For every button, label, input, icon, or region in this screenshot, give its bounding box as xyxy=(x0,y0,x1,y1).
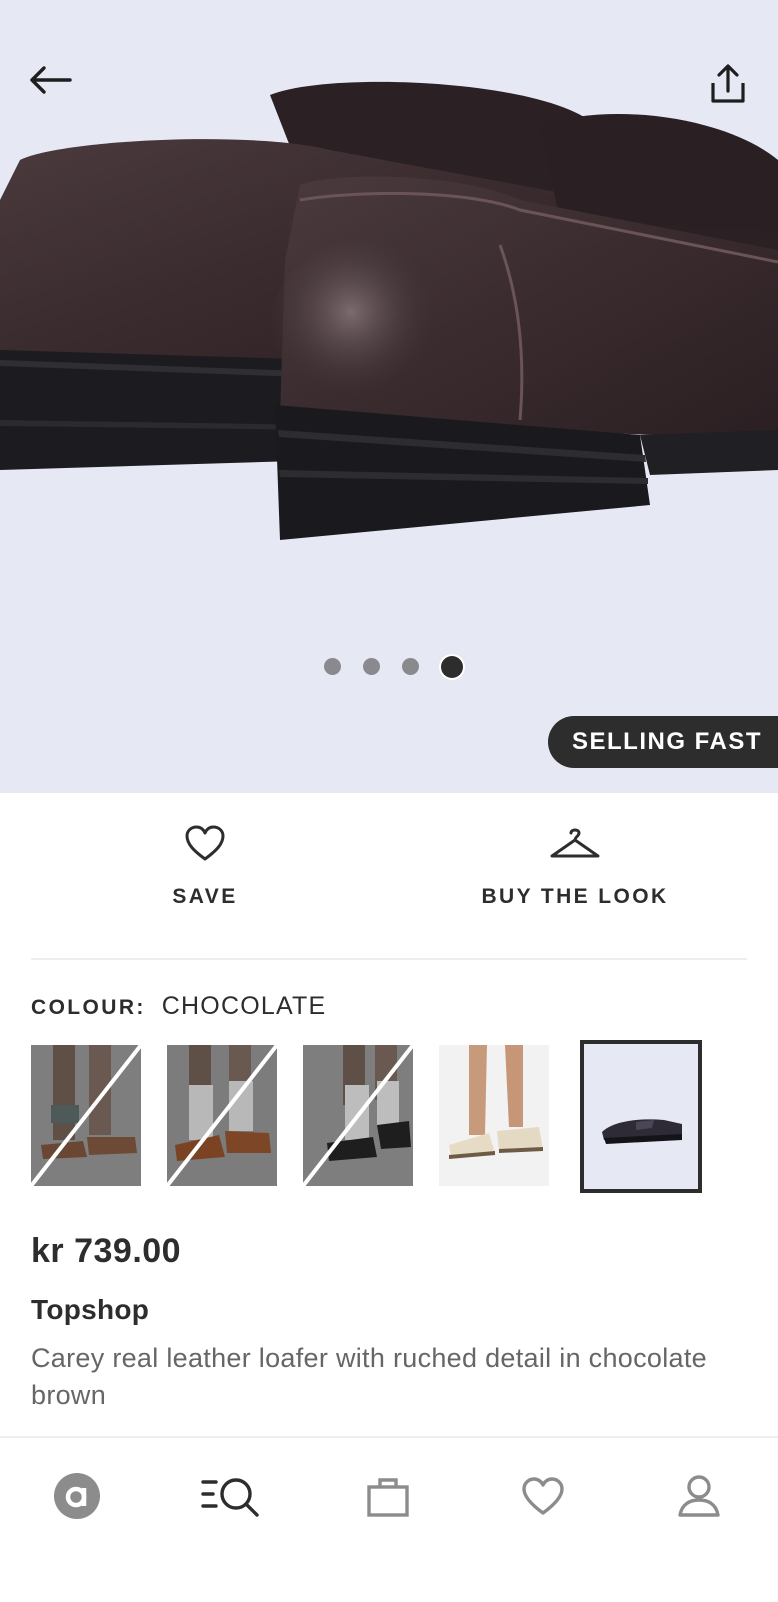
save-button[interactable]: SAVE xyxy=(100,793,310,933)
product-brand: Topshop xyxy=(31,1294,150,1325)
colour-swatches xyxy=(31,1040,751,1195)
swatch-image xyxy=(584,1044,698,1189)
tab-search[interactable] xyxy=(191,1456,271,1536)
pagination-dot-active[interactable] xyxy=(440,656,463,678)
colour-label: COLOUR: xyxy=(31,996,146,1019)
bottom-tab-bar xyxy=(0,1436,778,1602)
selling-fast-badge: SELLING FAST xyxy=(547,716,778,768)
swatch-image xyxy=(167,1045,277,1186)
colour-selector-header: COLOUR: CHOCOLATE xyxy=(31,992,326,1021)
tab-account[interactable] xyxy=(659,1456,739,1536)
colour-swatch-cream[interactable] xyxy=(439,1045,549,1186)
gallery-pagination xyxy=(0,656,778,678)
tab-saved[interactable] xyxy=(503,1456,583,1536)
bag-icon xyxy=(367,1478,409,1517)
account-icon xyxy=(678,1475,720,1517)
saved-heart-icon xyxy=(522,1477,564,1515)
swatch-image xyxy=(31,1045,141,1186)
product-actions: SAVE BUY THE LOOK xyxy=(0,793,778,958)
colour-swatch-unavailable[interactable] xyxy=(31,1045,141,1186)
swatch-image xyxy=(439,1045,549,1186)
home-logo-icon xyxy=(54,1473,100,1519)
product-image-gallery[interactable]: SELLING FAST xyxy=(0,0,778,793)
arrow-left-icon xyxy=(30,66,72,94)
product-price: kr 739.00 xyxy=(31,1232,182,1270)
product-description: Carey real leather loafer with ruched de… xyxy=(31,1343,707,1410)
hanger-icon xyxy=(550,828,600,858)
colour-swatch-unavailable[interactable] xyxy=(167,1045,277,1186)
swatch-image xyxy=(303,1045,413,1186)
pagination-dot[interactable] xyxy=(323,658,341,675)
colour-swatch-unavailable[interactable] xyxy=(303,1045,413,1186)
buy-the-look-label: BUY THE LOOK xyxy=(481,885,669,908)
pagination-dot[interactable] xyxy=(401,658,419,675)
tab-home[interactable] xyxy=(37,1456,117,1536)
tab-bag[interactable] xyxy=(348,1456,428,1536)
colour-value: CHOCOLATE xyxy=(161,992,327,1020)
search-icon xyxy=(201,1478,259,1517)
section-divider xyxy=(31,958,747,960)
pagination-dot[interactable] xyxy=(362,658,380,675)
heart-icon xyxy=(185,825,225,861)
share-button[interactable] xyxy=(700,56,756,112)
share-icon xyxy=(711,64,745,103)
colour-swatch-chocolate-selected[interactable] xyxy=(580,1040,702,1193)
save-label: SAVE xyxy=(172,885,238,908)
buy-the-look-button[interactable]: BUY THE LOOK xyxy=(470,793,680,933)
back-button[interactable] xyxy=(22,56,78,104)
